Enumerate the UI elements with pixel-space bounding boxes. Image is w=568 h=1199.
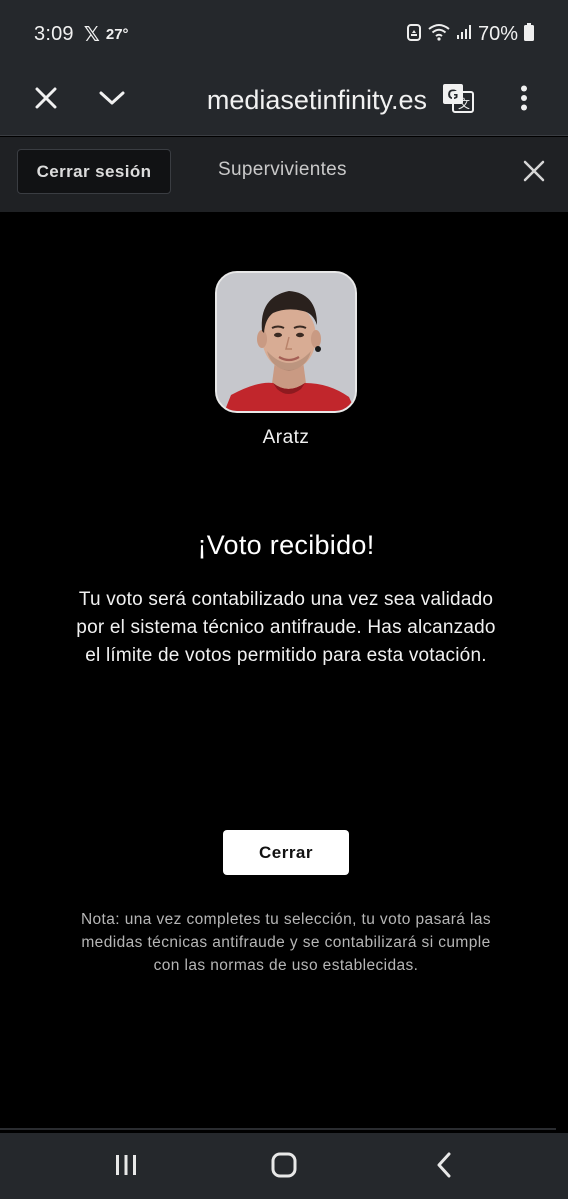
vote-confirmation: Aratz ¡Voto recibido! Tu voto será conta… [0, 212, 568, 1130]
svg-text:文: 文 [458, 96, 470, 111]
antifraud-note: Nota: una vez completes tu selección, tu… [80, 911, 492, 974]
contestant-name: Aratz [262, 427, 310, 448]
close-icon [523, 160, 545, 187]
chevron-down-icon [99, 90, 125, 111]
battery-icon [524, 22, 534, 46]
close-icon [35, 87, 57, 114]
translate-button[interactable]: G 文 [436, 78, 480, 122]
more-vert-icon [520, 85, 528, 116]
signal-icon [456, 24, 472, 45]
logout-button[interactable]: Cerrar sesión [17, 149, 171, 194]
contestant-avatar [215, 271, 357, 413]
browser-toolbar: mediasetinfinity.es G 文 [0, 68, 568, 136]
back-icon [435, 1152, 453, 1183]
status-time: 3:09 [34, 22, 74, 45]
minimize-button[interactable] [90, 78, 134, 122]
battery-percent: 70% [477, 22, 518, 45]
contestant-photo [217, 273, 355, 411]
system-nav-bar [0, 1133, 568, 1199]
page-title: Supervivientes [218, 159, 347, 180]
url-fade [157, 80, 179, 120]
recent-apps-button[interactable] [104, 1147, 148, 1187]
status-temperature: 27° [105, 25, 129, 43]
page-scroll-divider [0, 1128, 556, 1130]
url-text: mediasetinfinity.es [206, 85, 427, 115]
recycle-notification-icon [406, 23, 422, 46]
page-header: Cerrar sesión Supervivientes [0, 137, 568, 212]
url-bar[interactable]: mediasetinfinity.es [157, 80, 427, 120]
back-button[interactable] [422, 1147, 466, 1187]
vote-received-title: ¡Voto recibido! [197, 530, 375, 560]
home-icon [271, 1152, 297, 1183]
recent-apps-icon [114, 1153, 138, 1182]
x-app-icon: 𝕏 [83, 23, 100, 46]
home-button[interactable] [262, 1147, 306, 1187]
wifi-icon [428, 23, 450, 46]
status-indicators: 70% [406, 22, 534, 46]
close-tab-button[interactable] [24, 78, 68, 122]
more-options-button[interactable] [502, 78, 546, 122]
vote-message: Tu voto será contabilizado una vez sea v… [76, 589, 496, 666]
close-panel-button[interactable] [516, 155, 552, 191]
status-bar: 3:09 𝕏 27° 70% [0, 0, 568, 68]
translate-icon: G 文 [442, 83, 474, 118]
close-button[interactable]: Cerrar [223, 830, 349, 875]
